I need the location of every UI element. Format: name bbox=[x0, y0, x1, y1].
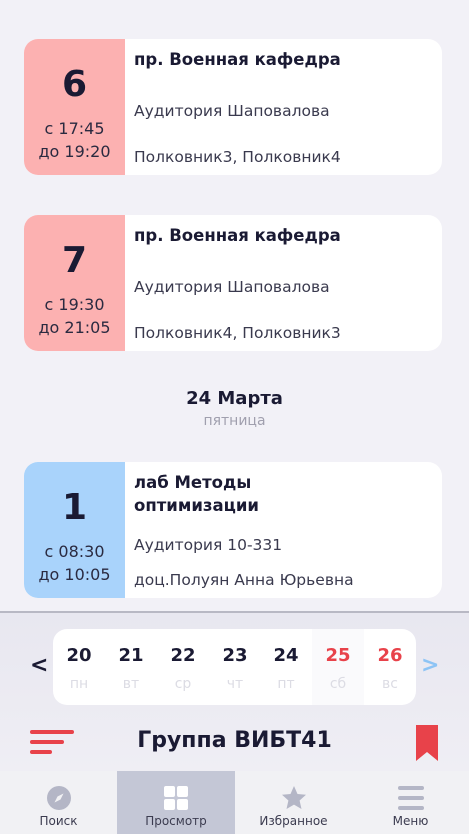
lesson-title: пр. Военная кафедра bbox=[134, 226, 341, 245]
day-label: чт bbox=[226, 676, 244, 692]
day-label: вт bbox=[122, 676, 140, 692]
day-header-weekday: пятница bbox=[203, 413, 266, 429]
lesson-start-time: с 17:45 bbox=[44, 119, 105, 138]
lesson-teacher: доц.Полуян Анна Юрьевна bbox=[134, 571, 354, 589]
lesson-teacher: Полковник4, Полковник3 bbox=[134, 324, 341, 342]
day-number: 23 bbox=[222, 645, 248, 666]
navigation-panel: < 20 пн 21 вт 22 ср 23 чт 24 пт 25 сб 26… bbox=[0, 611, 469, 771]
lesson-card[interactable]: 1 с 08:30 до 10:05 лаб Методы оптимизаци… bbox=[24, 462, 442, 598]
day-number: 22 bbox=[170, 645, 196, 666]
day-sunday[interactable]: 26 вс bbox=[364, 629, 416, 705]
lesson-start-time: с 19:30 bbox=[44, 295, 105, 314]
lesson-info: пр. Военная кафедра Аудитория Шаповалова… bbox=[125, 215, 442, 351]
day-number: 25 bbox=[325, 645, 351, 666]
tab-bar: Поиск Просмотр Избранное Меню bbox=[0, 771, 469, 834]
star-icon bbox=[280, 784, 308, 812]
day-label: ср bbox=[174, 676, 192, 692]
lesson-time-block: 1 с 08:30 до 10:05 bbox=[24, 462, 125, 598]
day-number: 24 bbox=[273, 645, 299, 666]
prev-week-button[interactable]: < bbox=[30, 653, 48, 678]
hamburger-icon bbox=[397, 784, 425, 812]
lesson-start-time: с 08:30 bbox=[44, 542, 105, 561]
day-monday[interactable]: 20 пн bbox=[53, 629, 105, 705]
lesson-time-block: 6 с 17:45 до 19:20 bbox=[24, 39, 125, 175]
tab-label: Избранное bbox=[259, 814, 328, 828]
lesson-card[interactable]: 7 с 19:30 до 21:05 пр. Военная кафедра А… bbox=[24, 215, 442, 351]
day-label: пн bbox=[69, 676, 89, 692]
day-label: пт bbox=[277, 676, 295, 692]
lesson-room: Аудитория Шаповалова bbox=[134, 102, 330, 120]
day-thursday[interactable]: 23 чт bbox=[209, 629, 261, 705]
compass-icon bbox=[45, 784, 73, 812]
lesson-number: 1 bbox=[61, 487, 88, 528]
group-title[interactable]: Группа ВИБТ41 bbox=[0, 726, 469, 756]
schedule-list[interactable]: 6 с 17:45 до 19:20 пр. Военная кафедра А… bbox=[0, 0, 469, 611]
week-selector: 20 пн 21 вт 22 ср 23 чт 24 пт 25 сб 26 в… bbox=[53, 629, 416, 705]
lesson-card[interactable]: 6 с 17:45 до 19:20 пр. Военная кафедра А… bbox=[24, 39, 442, 175]
tab-label: Поиск bbox=[39, 814, 78, 828]
day-wednesday[interactable]: 22 ср bbox=[157, 629, 209, 705]
tab-label: Просмотр bbox=[145, 814, 207, 828]
day-saturday[interactable]: 25 сб bbox=[312, 629, 364, 705]
lesson-end-time: до 21:05 bbox=[38, 318, 111, 337]
lesson-info: пр. Военная кафедра Аудитория Шаповалова… bbox=[125, 39, 442, 175]
day-header: 24 Марта пятница bbox=[0, 387, 469, 430]
lesson-info: лаб Методы оптимизации Аудитория 10-331 … bbox=[125, 462, 442, 598]
bookmark-icon[interactable] bbox=[416, 725, 438, 765]
lesson-end-time: до 10:05 bbox=[38, 565, 111, 584]
lesson-end-time: до 19:20 bbox=[38, 142, 111, 161]
day-label: сб bbox=[329, 676, 347, 692]
lesson-title: пр. Военная кафедра bbox=[134, 50, 341, 69]
lesson-teacher: Полковник3, Полковник4 bbox=[134, 148, 341, 166]
day-number: 20 bbox=[66, 645, 92, 666]
lesson-room: Аудитория 10-331 bbox=[134, 536, 283, 554]
tab-label: Меню bbox=[392, 814, 429, 828]
tab-view[interactable]: Просмотр bbox=[117, 771, 235, 834]
lesson-title: лаб Методы оптимизации bbox=[134, 473, 259, 515]
day-header-date: 24 Марта bbox=[186, 388, 283, 409]
day-tuesday[interactable]: 21 вт bbox=[105, 629, 157, 705]
tab-menu[interactable]: Меню bbox=[352, 771, 469, 834]
day-label: вс bbox=[382, 676, 398, 692]
grid-icon bbox=[162, 784, 190, 812]
day-number: 21 bbox=[118, 645, 144, 666]
tab-search[interactable]: Поиск bbox=[0, 771, 117, 834]
tab-favorites[interactable]: Избранное bbox=[235, 771, 352, 834]
day-friday[interactable]: 24 пт bbox=[260, 629, 312, 705]
lesson-number: 7 bbox=[61, 240, 88, 281]
day-number: 26 bbox=[377, 645, 403, 666]
next-week-button[interactable]: > bbox=[421, 653, 439, 678]
lesson-number: 6 bbox=[61, 64, 88, 105]
lesson-time-block: 7 с 19:30 до 21:05 bbox=[24, 215, 125, 351]
lesson-room: Аудитория Шаповалова bbox=[134, 278, 330, 296]
